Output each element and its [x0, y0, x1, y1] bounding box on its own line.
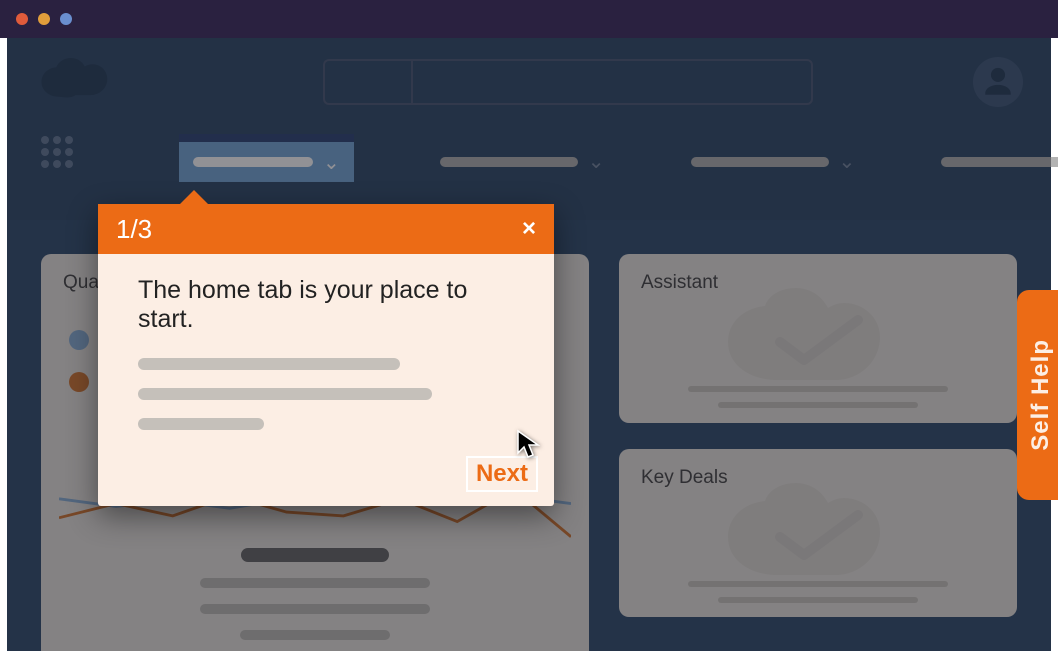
- tooltip-step: 1/3: [116, 214, 152, 245]
- tooltip-line-1: [138, 358, 400, 370]
- close-icon[interactable]: ×: [522, 215, 536, 243]
- window-maximize-icon[interactable]: [60, 13, 72, 25]
- window-frame: ⌄ ⌄ ⌄ ⌄ Quartely: [0, 0, 1058, 651]
- window-minimize-icon[interactable]: [38, 13, 50, 25]
- tooltip-line-2: [138, 388, 432, 400]
- tooltip-header: 1/3 ×: [98, 204, 554, 254]
- tooltip-body: The home tab is your place to start.: [98, 254, 554, 456]
- self-help-label: Self Help: [1027, 339, 1055, 451]
- self-help-tab[interactable]: Self Help: [1017, 290, 1058, 500]
- titlebar: [0, 0, 1058, 38]
- tooltip-headline: The home tab is your place to start.: [138, 276, 514, 334]
- cursor-icon: [516, 429, 542, 466]
- tooltip-line-3: [138, 418, 264, 430]
- tooltip-footer: Next: [98, 456, 554, 506]
- tooltip-body-text: [138, 358, 514, 430]
- window-close-icon[interactable]: [16, 13, 28, 25]
- onboarding-tooltip: 1/3 × The home tab is your place to star…: [98, 204, 554, 506]
